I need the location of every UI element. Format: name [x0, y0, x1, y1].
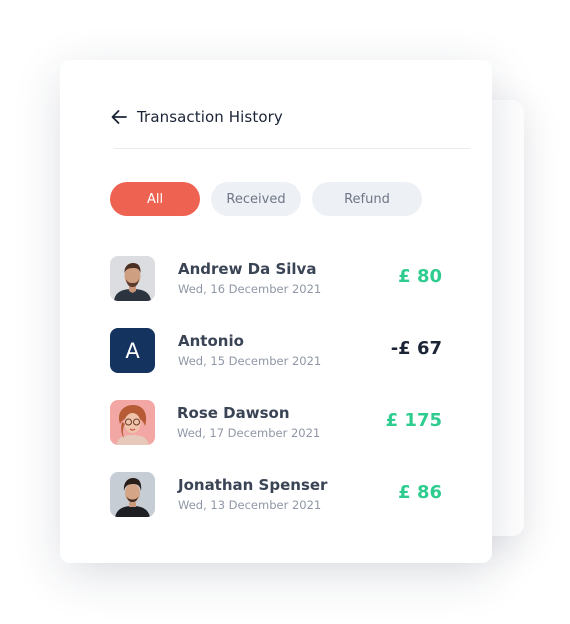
transaction-row[interactable]: Andrew Da Silva Wed, 16 December 2021 £ … — [110, 256, 442, 302]
transaction-amount: £ 80 — [398, 266, 442, 287]
transaction-date: Wed, 15 December 2021 — [178, 354, 322, 368]
filter-refund-button[interactable]: Refund — [312, 182, 422, 216]
avatar — [110, 400, 155, 445]
transaction-date: Wed, 17 December 2021 — [177, 426, 321, 440]
transaction-date: Wed, 13 December 2021 — [178, 498, 322, 512]
transaction-row[interactable]: A Antonio Wed, 15 December 2021 -£ 67 — [110, 328, 442, 374]
transaction-date: Wed, 16 December 2021 — [178, 282, 322, 296]
contact-name: Andrew Da Silva — [178, 260, 317, 278]
transaction-row[interactable]: Rose Dawson Wed, 17 December 2021 £ 175 — [110, 400, 442, 446]
avatar — [110, 256, 155, 301]
transaction-row[interactable]: Jonathan Spenser Wed, 13 December 2021 £… — [110, 472, 442, 518]
filter-received-button[interactable]: Received — [211, 182, 301, 216]
transaction-amount: £ 86 — [398, 482, 442, 503]
contact-name: Antonio — [178, 332, 244, 350]
avatar — [110, 472, 155, 517]
contact-name: Jonathan Spenser — [178, 476, 328, 494]
header: Transaction History — [110, 106, 283, 128]
transaction-amount: -£ 67 — [390, 338, 442, 359]
transaction-history-card: Transaction History All Received Refund … — [60, 60, 492, 563]
contact-name: Rose Dawson — [177, 404, 290, 422]
avatar: A — [110, 328, 155, 373]
page-title: Transaction History — [137, 108, 283, 126]
filter-tabs: All Received Refund — [110, 182, 433, 216]
back-arrow-icon[interactable] — [110, 108, 128, 126]
transaction-amount: £ 175 — [385, 410, 442, 431]
avatar-initial: A — [125, 338, 140, 363]
filter-all-button[interactable]: All — [110, 182, 200, 216]
divider — [114, 148, 470, 149]
